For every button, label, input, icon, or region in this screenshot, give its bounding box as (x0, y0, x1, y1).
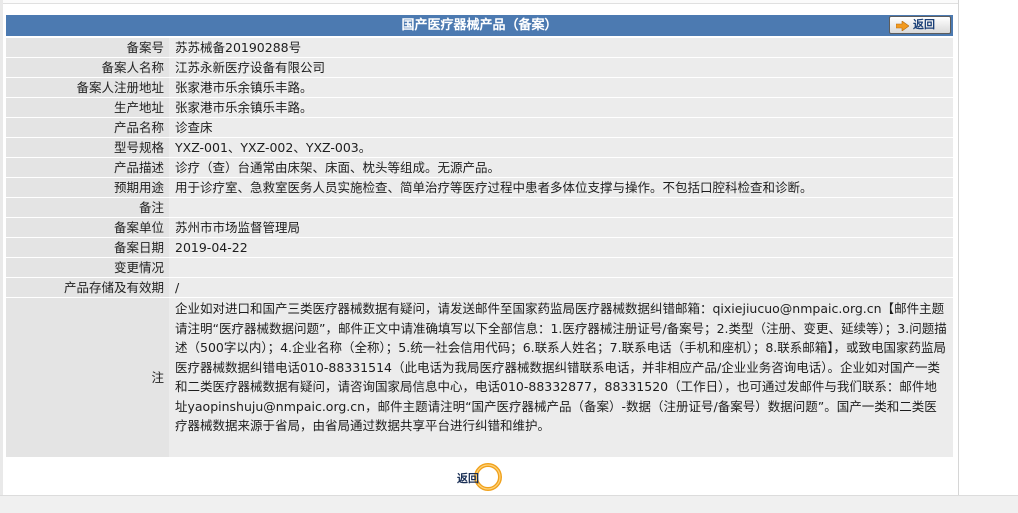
value-record-number: 苏苏械备20190288号 (169, 38, 953, 58)
row-intended-use: 预期用途 用于诊疗室、急救室医务人员实施检查、简单治疗等医疗过程中患者多体位支撑… (6, 178, 953, 198)
label-production-address: 生产地址 (6, 98, 169, 118)
page-title: 国产医疗器械产品（备案） (401, 18, 558, 33)
row-model-spec: 型号规格 YXZ-001、YXZ-002、YXZ-003。 (6, 138, 953, 158)
row-change-status: 变更情况 (6, 258, 953, 278)
top-rule (3, 0, 958, 4)
row-registrant-name: 备案人名称 江苏永新医疗设备有限公司 (6, 58, 953, 78)
label-record-number: 备案号 (6, 38, 169, 58)
label-registered-address: 备案人注册地址 (6, 78, 169, 98)
value-model-spec: YXZ-001、YXZ-002、YXZ-003。 (169, 138, 953, 158)
row-record-number: 备案号 苏苏械备20190288号 (6, 38, 953, 58)
label-product-name: 产品名称 (6, 118, 169, 138)
back-button-bottom-label: 返回 (457, 472, 479, 485)
label-record-date: 备案日期 (6, 238, 169, 258)
back-button-bottom[interactable]: 返回 (453, 461, 505, 491)
row-product-name: 产品名称 诊查床 (6, 118, 953, 138)
back-button-top[interactable]: 返回 (889, 16, 951, 34)
value-product-description: 诊疗（查）台通常由床架、床面、枕头等组成。无源产品。 (169, 158, 953, 178)
value-storage-validity: / (169, 278, 953, 298)
value-note: 企业如对进口和国产三类医疗器械数据有疑问，请发送邮件至国家药监局医疗器械数据纠错… (169, 298, 953, 458)
right-arrow-icon (895, 20, 910, 32)
note-text: 企业如对进口和国产三类医疗器械数据有疑问，请发送邮件至国家药监局医疗器械数据纠错… (175, 301, 947, 433)
label-note: 注 (6, 298, 169, 458)
back-button-top-label: 返回 (913, 18, 935, 31)
value-remarks (169, 198, 953, 218)
row-remarks: 备注 (6, 198, 953, 218)
value-record-unit: 苏州市市场监督管理局 (169, 218, 953, 238)
row-record-unit: 备案单位 苏州市市场监督管理局 (6, 218, 953, 238)
label-change-status: 变更情况 (6, 258, 169, 278)
label-record-unit: 备案单位 (6, 218, 169, 238)
label-product-description: 产品描述 (6, 158, 169, 178)
info-table: 备案号 苏苏械备20190288号 备案人名称 江苏永新医疗设备有限公司 备案人… (6, 38, 953, 458)
label-model-spec: 型号规格 (6, 138, 169, 158)
row-production-address: 生产地址 张家港市乐余镇乐丰路。 (6, 98, 953, 118)
page: 国产医疗器械产品（备案） 返回 备案号 苏苏械备20190288号 备案人名称 … (0, 0, 1018, 513)
label-intended-use: 预期用途 (6, 178, 169, 198)
value-registrant-name: 江苏永新医疗设备有限公司 (169, 58, 953, 78)
value-production-address: 张家港市乐余镇乐丰路。 (169, 98, 953, 118)
row-note: 注 企业如对进口和国产三类医疗器械数据有疑问，请发送邮件至国家药监局医疗器械数据… (6, 298, 953, 458)
label-registrant-name: 备案人名称 (6, 58, 169, 78)
value-intended-use: 用于诊疗室、急救室医务人员实施检查、简单治疗等医疗过程中患者多体位支撑与操作。不… (169, 178, 953, 198)
row-storage-validity: 产品存储及有效期 / (6, 278, 953, 298)
value-record-date: 2019-04-22 (169, 238, 953, 258)
label-storage-validity: 产品存储及有效期 (6, 278, 169, 298)
right-rail (958, 0, 1018, 495)
bottom-strip (0, 495, 1018, 513)
row-record-date: 备案日期 2019-04-22 (6, 238, 953, 258)
value-product-name: 诊查床 (169, 118, 953, 138)
left-edge (0, 0, 3, 513)
value-change-status (169, 258, 953, 278)
label-remarks: 备注 (6, 198, 169, 218)
page-header: 国产医疗器械产品（备案） (6, 15, 953, 36)
value-registered-address: 张家港市乐余镇乐丰路。 (169, 78, 953, 98)
row-product-description: 产品描述 诊疗（查）台通常由床架、床面、枕头等组成。无源产品。 (6, 158, 953, 178)
row-registered-address: 备案人注册地址 张家港市乐余镇乐丰路。 (6, 78, 953, 98)
